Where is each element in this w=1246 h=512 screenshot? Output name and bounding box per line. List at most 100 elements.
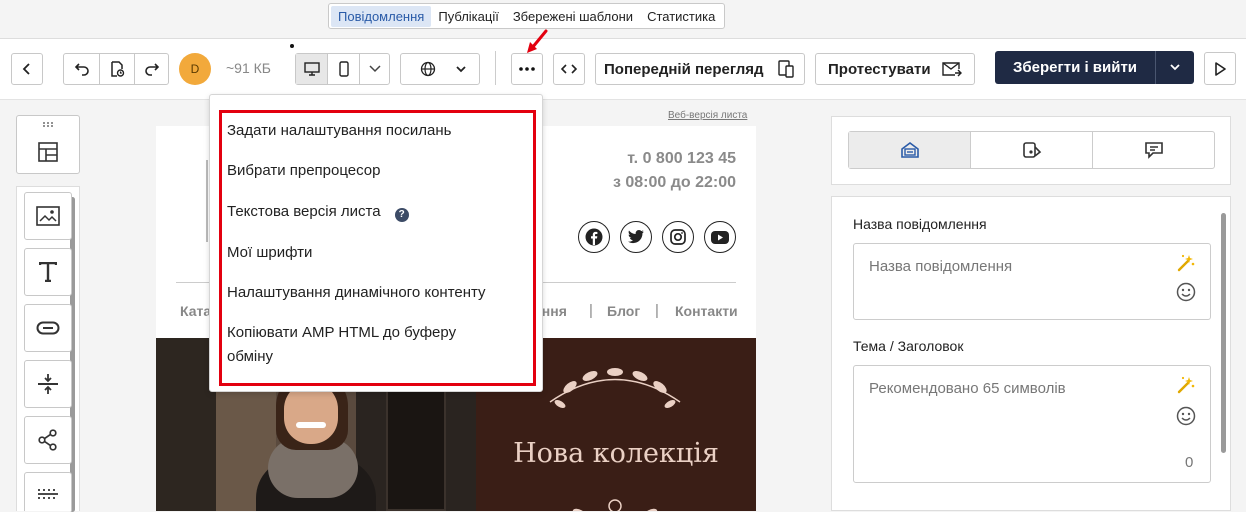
social-block-tool[interactable] xyxy=(24,416,72,464)
menu-item-text-version[interactable]: Текстова версія листа ? xyxy=(227,200,409,224)
send-button[interactable] xyxy=(1204,52,1236,85)
preview-devices-icon xyxy=(778,60,794,78)
twitter-icon[interactable] xyxy=(620,221,652,253)
settings-tabs xyxy=(848,131,1215,169)
save-and-exit-button[interactable]: Зберегти і вийти xyxy=(995,59,1155,76)
view-dropdown-button[interactable] xyxy=(359,54,390,84)
top-tabs: Повідомлення Публікації Збережені шаблон… xyxy=(328,3,726,29)
magic-wand-icon[interactable] xyxy=(1176,375,1196,395)
nav-link-blog[interactable]: Блог xyxy=(607,303,640,319)
message-settings-panel: Назва повідомлення Назва повідомлення Те… xyxy=(831,196,1231,511)
code-view-button[interactable] xyxy=(553,53,585,85)
desktop-view-button[interactable] xyxy=(296,54,327,84)
menu-item-my-fonts[interactable]: Мої шрифти xyxy=(227,241,312,265)
language-dropdown[interactable] xyxy=(400,53,480,85)
pointer-arrow-icon xyxy=(527,29,548,53)
panel-scrollbar[interactable] xyxy=(1221,213,1226,453)
play-icon xyxy=(1215,61,1226,76)
mobile-view-button[interactable] xyxy=(327,54,359,84)
tab-saved-templates[interactable]: Збережені шаблони xyxy=(506,6,640,27)
facebook-icon[interactable] xyxy=(578,221,610,253)
message-name-placeholder: Назва повідомлення xyxy=(869,258,1013,275)
marker-dot xyxy=(290,44,294,48)
chevron-down-icon xyxy=(456,66,466,73)
text-block-tool[interactable] xyxy=(24,248,72,296)
tab-comments[interactable] xyxy=(1093,132,1214,168)
redo-button[interactable] xyxy=(135,54,169,84)
history-button[interactable] xyxy=(100,54,134,84)
code-icon xyxy=(561,64,577,74)
message-name-label: Назва повідомлення xyxy=(853,216,987,232)
subject-char-count: 0 xyxy=(1185,454,1194,471)
layout-blocks-tool[interactable] xyxy=(16,115,80,174)
sidebar-scrollbar[interactable] xyxy=(70,197,75,512)
emoji-icon[interactable] xyxy=(1176,282,1196,302)
menu-item-copy-amp[interactable]: Копіювати AMP HTML до буферу обміну xyxy=(227,321,456,369)
subject-field[interactable]: Рекомендовано 65 символів 0 xyxy=(853,365,1211,483)
help-icon[interactable]: ? xyxy=(394,208,409,222)
share-icon xyxy=(38,429,57,451)
menu-item-text-version-label: Текстова версія листа xyxy=(227,203,381,220)
instagram-icon[interactable] xyxy=(662,221,694,253)
chevron-down-icon xyxy=(1170,64,1180,71)
spacer-block-tool[interactable] xyxy=(24,360,72,408)
image-block-tool[interactable] xyxy=(24,192,72,240)
save-options-button[interactable] xyxy=(1156,51,1194,84)
logo-placeholder-line xyxy=(206,160,208,242)
subject-label: Тема / Заголовок xyxy=(853,338,964,354)
message-size: ~91 КБ xyxy=(226,60,271,76)
settings-tabs-panel xyxy=(831,116,1231,185)
nav-link-catalog[interactable]: Ката xyxy=(180,303,211,319)
mail-settings-icon xyxy=(900,142,919,158)
menu-item-preprocessor[interactable]: Вибрати препроцесор xyxy=(227,159,380,183)
history-group xyxy=(63,53,169,85)
more-dots-icon xyxy=(519,67,535,71)
contact-phone: т. 0 800 123 45 xyxy=(627,150,736,167)
image-icon xyxy=(36,206,60,226)
globe-icon xyxy=(420,61,436,77)
device-view-group xyxy=(295,53,390,85)
tab-statistics[interactable]: Статистика xyxy=(640,6,722,27)
tab-publications[interactable]: Публікації xyxy=(431,6,505,27)
message-name-field[interactable]: Назва повідомлення xyxy=(853,243,1211,320)
nav-link-contacts[interactable]: Контакти xyxy=(675,303,738,319)
tab-styles[interactable] xyxy=(971,132,1093,168)
text-icon xyxy=(39,262,57,282)
emoji-icon[interactable] xyxy=(1176,406,1196,426)
tab-messages[interactable]: Повідомлення xyxy=(331,5,432,27)
undo-button[interactable] xyxy=(64,54,99,84)
menu-item-link-settings[interactable]: Задати налаштування посилань xyxy=(227,119,451,143)
menu-item-dynamic-content[interactable]: Налаштування динамічного контенту xyxy=(227,281,486,305)
document-history-icon xyxy=(111,61,125,77)
button-block-tool[interactable] xyxy=(24,304,72,352)
back-button[interactable] xyxy=(11,53,43,85)
test-send-button[interactable]: Протестувати xyxy=(815,53,975,85)
more-options-button[interactable] xyxy=(511,53,543,85)
comment-icon xyxy=(1144,142,1163,159)
more-options-menu: Задати налаштування посилань Вибрати пре… xyxy=(209,94,543,392)
user-avatar[interactable]: D xyxy=(179,53,211,85)
wreath-top-ornament xyxy=(549,368,681,408)
paint-bucket-icon xyxy=(1022,142,1041,158)
undo-icon xyxy=(74,63,89,76)
test-send-label: Протестувати xyxy=(828,61,931,78)
mobile-icon xyxy=(338,61,349,77)
spacer-icon xyxy=(38,374,58,394)
divider-icon xyxy=(38,489,58,499)
menu-item-copy-amp-line2: обміну xyxy=(227,348,274,365)
youtube-icon[interactable] xyxy=(704,221,736,253)
layout-icon xyxy=(38,141,58,162)
chevron-left-icon xyxy=(22,63,30,75)
redo-icon xyxy=(145,63,160,76)
divider-block-tool[interactable] xyxy=(24,472,72,511)
nav-separator: | xyxy=(655,302,659,319)
save-and-exit-group: Зберегти і вийти xyxy=(995,51,1194,84)
menu-item-copy-amp-line1: Копіювати AMP HTML до буферу xyxy=(227,324,457,341)
editor-toolbar: D ~91 КБ Попередній перегляд Протестуват… xyxy=(0,38,1246,100)
web-version-link[interactable]: Веб-версія листа xyxy=(668,110,747,121)
tab-general-settings[interactable] xyxy=(849,132,971,168)
preview-button[interactable]: Попередній перегляд xyxy=(595,53,805,85)
magic-wand-icon[interactable] xyxy=(1176,253,1196,273)
subject-placeholder: Рекомендовано 65 символів xyxy=(869,380,1066,397)
preview-label: Попередній перегляд xyxy=(604,61,764,78)
